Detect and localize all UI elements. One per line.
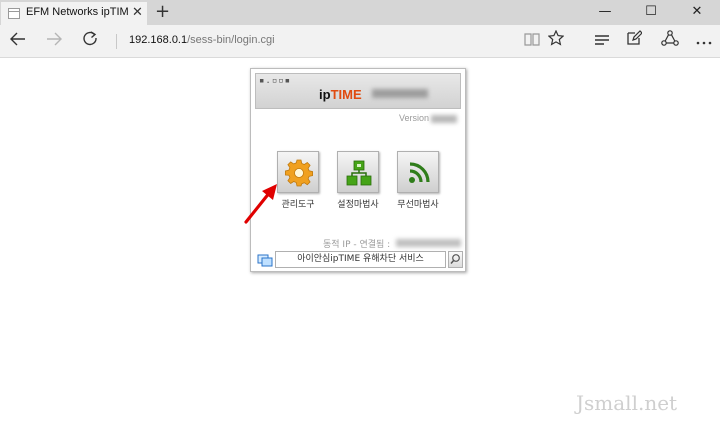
tab-title: EFM Networks ipTIME A [26, 6, 129, 18]
model-name-blurred [372, 89, 428, 98]
more-button[interactable] [694, 25, 714, 58]
annotation-arrow [244, 184, 277, 224]
address-separator [116, 34, 117, 49]
version-label: Version [399, 113, 430, 123]
forward-arrow-icon [47, 32, 62, 46]
forward-button[interactable] [44, 25, 64, 58]
brand-mark: ▪.▫▫▪ [259, 76, 292, 86]
close-window-button[interactable]: ✕ [674, 0, 720, 25]
setup-wizard-icon [346, 160, 372, 186]
reading-view-button[interactable] [522, 25, 542, 58]
maximize-button[interactable]: ☐ [628, 0, 674, 25]
star-icon [547, 29, 565, 46]
admin-tools-button[interactable] [277, 151, 319, 193]
wireless-wizard-label[interactable]: 무선마법사 [388, 197, 448, 210]
refresh-icon [83, 31, 97, 46]
hub-icon [595, 35, 609, 45]
new-tab-button[interactable]: + [155, 0, 170, 24]
iptime-logo: ipTIME [319, 87, 362, 102]
search-button[interactable] [448, 251, 463, 268]
magnifier-icon [450, 254, 460, 264]
setup-wizard-button[interactable] [337, 151, 379, 193]
web-note-icon [627, 30, 643, 45]
wireless-icon [409, 162, 430, 183]
gear-icon [285, 159, 313, 187]
url-field[interactable]: 192.168.0.1/sess-bin/login.cgi [129, 34, 275, 46]
safety-service-icon [257, 252, 273, 267]
address-bar-row: 192.168.0.1/sess-bin/login.cgi [0, 25, 720, 58]
back-arrow-icon [10, 32, 25, 46]
hub-button[interactable] [592, 25, 612, 58]
share-icon [661, 30, 679, 46]
page-icon [8, 8, 20, 19]
title-bar: EFM Networks ipTIME A ✕ + — ☐ ✕ [0, 0, 720, 25]
favorite-button[interactable] [546, 25, 566, 58]
wireless-wizard-button[interactable] [397, 151, 439, 193]
book-icon [524, 33, 540, 46]
logo-header: ▪.▫▫▪ ipTIME [255, 73, 461, 109]
browser-tab[interactable]: EFM Networks ipTIME A ✕ [1, 2, 147, 25]
tab-close-icon[interactable]: ✕ [132, 5, 143, 20]
back-button[interactable] [8, 25, 28, 58]
connection-status: 동적 IP - 연결됨 : [323, 240, 391, 250]
minimize-button[interactable]: — [582, 0, 628, 25]
safety-service-row: 아이안심ipTIME 유해차단 서비스 [256, 251, 463, 269]
web-note-button[interactable] [624, 25, 644, 58]
share-button[interactable] [660, 25, 680, 58]
setup-wizard-label[interactable]: 설정마법사 [328, 197, 388, 210]
more-icon [696, 41, 712, 45]
version-number-blurred [431, 115, 457, 123]
refresh-button[interactable] [80, 25, 100, 58]
safety-service-field[interactable]: 아이안심ipTIME 유해차단 서비스 [275, 251, 446, 268]
ip-address-blurred [396, 239, 461, 247]
watermark: Jsmall.net [576, 391, 678, 415]
router-panel: ▪.▫▫▪ ipTIME Version 관리도구 설정마법사 무선마법사 동적… [250, 68, 466, 272]
